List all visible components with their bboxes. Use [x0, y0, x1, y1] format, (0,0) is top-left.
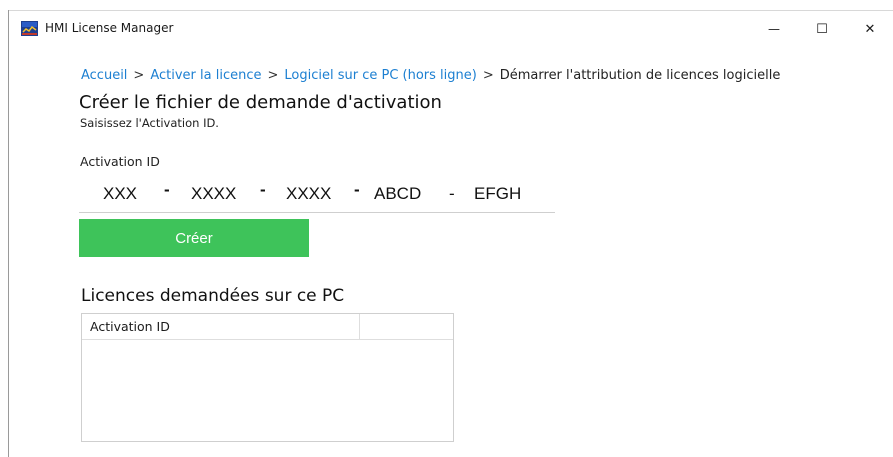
breadcrumb: Accueil > Activer la licence > Logiciel sur … — [81, 68, 841, 83]
create-button[interactable]: Créer — [79, 219, 309, 257]
breadcrumb-separator: > — [133, 68, 145, 83]
activation-id-segment-1[interactable]: XXX — [103, 184, 137, 204]
page-title: Créer le fichier de demande d'activation — [79, 92, 442, 113]
title-bar: HMI License Manager — ☐ ✕ — [9, 11, 893, 47]
breadcrumb-separator: > — [482, 68, 494, 83]
activation-id-field[interactable]: XXX - XXXX - XXXX - ABCD - EFGH — [79, 176, 555, 213]
activation-id-separator: - — [449, 184, 455, 203]
activation-id-segment-2[interactable]: XXXX — [191, 184, 236, 204]
activation-id-separator: - — [260, 180, 266, 199]
column-header-empty[interactable] — [361, 314, 453, 339]
activation-id-separator: - — [164, 180, 170, 199]
breadcrumb-current: Démarrer l'attribution de licences logic… — [499, 68, 781, 83]
activation-id-segment-5[interactable]: EFGH — [474, 184, 521, 204]
breadcrumb-home-link[interactable]: Accueil — [81, 68, 127, 83]
minimize-icon: — — [768, 22, 780, 36]
column-header-activation-id[interactable]: Activation ID — [82, 314, 360, 339]
maximize-button[interactable]: ☐ — [799, 11, 845, 47]
requested-licenses-title: Licences demandées sur ce PC — [81, 286, 345, 306]
maximize-icon: ☐ — [816, 21, 828, 37]
breadcrumb-separator: > — [267, 68, 279, 83]
activation-id-separator: - — [354, 180, 360, 199]
hmi-app-icon — [21, 21, 38, 36]
page-subtitle: Saisissez l'Activation ID. — [80, 116, 219, 130]
window-title: HMI License Manager — [45, 21, 174, 35]
breadcrumb-activate-license-link[interactable]: Activer la licence — [150, 68, 261, 83]
minimize-button[interactable]: — — [751, 11, 797, 47]
activation-id-segment-4[interactable]: ABCD — [374, 184, 421, 204]
breadcrumb-offline-software-link[interactable]: Logiciel sur ce PC (hors ligne) — [284, 68, 476, 83]
window-left-border — [8, 10, 9, 457]
activation-id-segment-3[interactable]: XXXX — [286, 184, 331, 204]
requested-licenses-table[interactable]: Activation ID — [81, 313, 454, 442]
close-button[interactable]: ✕ — [847, 11, 893, 47]
activation-id-label: Activation ID — [80, 154, 160, 169]
table-header: Activation ID — [82, 314, 453, 340]
close-icon: ✕ — [864, 21, 876, 37]
